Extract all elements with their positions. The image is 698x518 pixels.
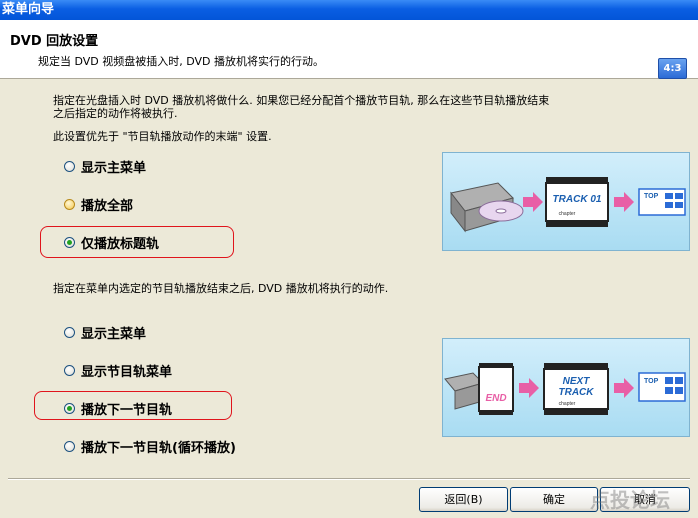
page-subtitle: 规定当 DVD 视频盘被插入时, DVD 播放机将实行的行动。 [38,55,325,68]
radio-option-play-next-track[interactable]: 播放下一节目轨 [64,398,172,418]
section1-description-line2: 之后指定的动作将被执行. [53,107,178,120]
watermark: 点投论坛 [590,488,670,512]
dvd-flow-illustration: TRACK 01 chapter TOP [450,177,686,233]
radio-option-show-track-menu[interactable]: 显示节目轨菜单 [64,360,172,380]
radio-label: 播放全部 [81,198,134,214]
radio-label: 播放下一节目轨(循环播放) [81,440,236,456]
track-01-text: TRACK 01 [553,194,602,205]
radio-label: 播放下一节目轨 [81,402,173,418]
section1-description-line1: 指定在光盘插入时 DVD 播放机将做什么. 如果您已经分配首个播放节目轨, 那么… [53,94,550,107]
top-text: TOP [644,193,659,200]
page-title: DVD 回放设置 [10,34,99,49]
arrow-icon [614,378,634,398]
radio-option-play-next-loop[interactable]: 播放下一节目轨(循环播放) [64,436,236,456]
dvd-player-icon [444,372,484,410]
arrow-icon [523,192,543,212]
radio-label: 仅播放标题轨 [81,236,160,252]
header-panel: DVD 回放设置 规定当 DVD 视频盘被插入时, DVD 播放机将实行的行动。… [0,20,698,79]
footer-separator [8,478,690,480]
radio-label: 显示节目轨菜单 [81,364,173,380]
radio-option-play-title-only[interactable]: 仅播放标题轨 [64,232,159,252]
top-text: TOP [644,378,659,385]
dvd-player-icon [450,182,524,233]
arrow-icon [614,192,634,212]
radio-label: 显示主菜单 [81,326,147,342]
radio-button[interactable] [64,440,75,452]
end-screen-icon: END [478,363,514,415]
top-menu-icon: TOP [638,188,686,216]
chapter-text: chapter [559,211,576,217]
illustration-play-title: TRACK 01 chapter TOP [442,152,690,251]
back-button[interactable]: 返回(B) [419,487,508,512]
radio-label: 显示主菜单 [81,160,147,176]
radio-option-play-all[interactable]: 播放全部 [64,194,133,214]
arrow-icon [519,378,539,398]
radio-button[interactable] [64,364,75,376]
radio-button[interactable] [64,402,75,414]
track-screen-icon: TRACK 01 chapter [545,177,609,227]
top-menu-icon: TOP [638,372,686,402]
radio-option-show-main-menu-1[interactable]: 显示主菜单 [64,156,146,176]
end-text: END [485,393,506,404]
window-title: 菜单向导 [0,0,698,20]
radio-option-show-main-menu-2[interactable]: 显示主菜单 [64,322,146,342]
next-text: NEXT [563,376,591,387]
radio-button[interactable] [64,326,75,338]
radio-button[interactable] [64,198,75,210]
chapter-text: chapter [559,401,576,407]
next-track-flow-illustration: END NEXT TRACK chapter TOP [444,363,686,415]
section2-description: 指定在菜单内选定的节目轨播放结束之后, DVD 播放机将执行的动作. [53,282,389,295]
track-text: TRACK [559,387,595,398]
radio-button[interactable] [64,236,75,248]
radio-button[interactable] [64,160,75,172]
ok-button[interactable]: 确定 [510,487,598,512]
section1-note: 此设置优先于 "节目轨播放动作的末端" 设置. [53,130,272,143]
illustration-next-track: END NEXT TRACK chapter TOP [442,338,690,437]
next-track-screen-icon: NEXT TRACK chapter [543,363,609,415]
aspect-ratio-badge: 4:3 [658,58,687,79]
